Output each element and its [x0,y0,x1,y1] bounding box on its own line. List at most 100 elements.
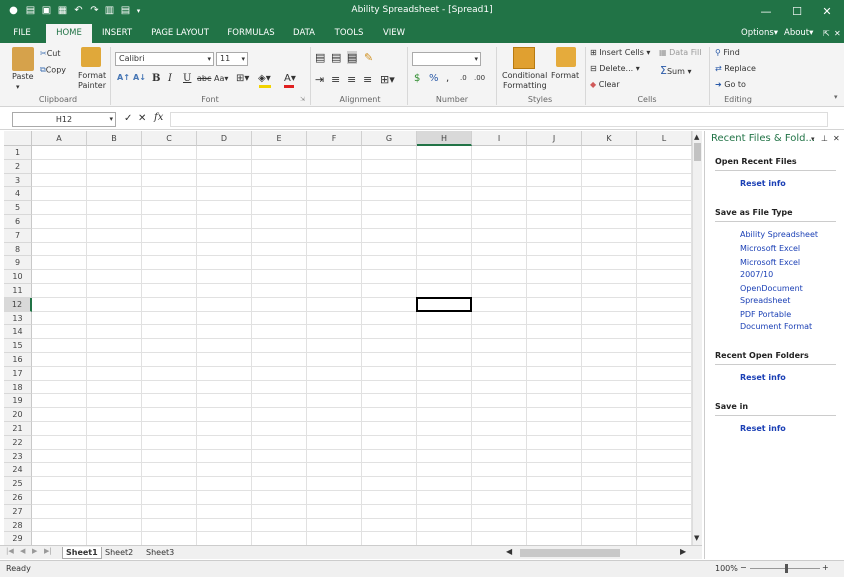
tab-formulas[interactable]: FORMULAS [222,24,280,43]
reset-save-in-link[interactable]: Reset info [740,423,835,435]
shrink-font-icon[interactable]: A↓ [133,73,146,82]
row-header-11[interactable]: 11 [4,284,32,298]
row-header-22[interactable]: 22 [4,435,32,450]
tab-view[interactable]: VIEW [376,24,412,43]
tab-file[interactable]: FILE [6,24,38,43]
scroll-down-icon[interactable]: ▼ [694,534,699,542]
column-header-G[interactable]: G [362,131,417,146]
bold-icon[interactable]: B [152,73,160,84]
column-header-C[interactable]: C [142,131,197,146]
increase-decimal-icon[interactable]: .0 [460,74,467,82]
file-type-excel-2007-link[interactable]: Microsoft Excel 2007/10 [740,257,835,281]
file-type-ability-link[interactable]: Ability Spreadsheet [740,229,835,241]
italic-icon[interactable]: I [168,73,172,84]
spreadsheet-grid[interactable]: ABCDEFGHIJKL 1 2 3 4 5 6 7 8 9 10 11 12 13 14 15 16 17 18… [4,131,702,545]
tab-home[interactable]: HOME [46,24,92,43]
row-header-12[interactable]: 12 [4,297,32,312]
select-all-corner[interactable] [4,131,32,146]
font-size-select[interactable]: 11 ▾ [216,52,248,66]
ribbon-close-icon[interactable]: ✕ [834,24,841,43]
strikethrough-icon[interactable]: abc [197,74,211,83]
decrease-decimal-icon[interactable]: .00 [474,74,485,82]
insert-function-icon[interactable]: fx [154,112,163,123]
zoom-in-icon[interactable]: + [822,563,829,572]
align-right-icon[interactable]: ≡ [363,73,372,86]
ribbon-collapse-icon[interactable]: ▾ [834,93,838,101]
scroll-right-icon[interactable]: ▶ [680,547,686,556]
zoom-slider-thumb[interactable] [785,564,788,573]
column-header-L[interactable]: L [637,131,692,146]
cancel-icon[interactable]: ✕ [138,113,146,124]
cut-button[interactable]: ✂Cut [40,49,61,58]
vertical-scroll-thumb[interactable] [694,143,701,161]
find-button[interactable]: ⚲ Find [715,48,740,57]
column-header-E[interactable]: E [252,131,307,146]
about-menu[interactable]: About▾ [784,24,813,43]
tab-insert[interactable]: INSERT [96,24,138,43]
row-header-28[interactable]: 28 [4,518,32,533]
pin-icon[interactable]: ⇱ [823,24,830,43]
options-menu[interactable]: Options▾ [741,24,778,43]
column-header-I[interactable]: I [472,131,527,146]
row-header-2[interactable]: 2 [4,159,32,174]
align-left-icon[interactable]: ≡ [331,73,340,86]
file-type-excel-link[interactable]: Microsoft Excel [740,243,835,255]
confirm-icon[interactable]: ✓ [124,113,132,124]
conditional-formatting-label-1[interactable]: Conditional [502,71,547,80]
minimize-icon[interactable]: — [757,4,775,20]
row-header-8[interactable]: 8 [4,242,32,257]
row-header-9[interactable]: 9 [4,256,32,271]
column-header-A[interactable]: A [32,131,87,146]
insert-cells-button[interactable]: ⊞ Insert Cells ▾ [590,48,650,57]
grow-font-icon[interactable]: A↑ [117,73,130,82]
row-header-7[interactable]: 7 [4,228,32,243]
currency-icon[interactable]: $ [414,73,420,84]
column-header-J[interactable]: J [527,131,582,146]
indent-icon[interactable]: ⇥ [315,73,324,86]
row-header-23[interactable]: 23 [4,449,32,464]
replace-button[interactable]: ⇄ Replace [715,64,756,73]
data-fill-button[interactable]: ▦ Data Fill [659,48,701,57]
next-sheet-icon[interactable]: ▶ [32,547,37,555]
sheet-tab-2[interactable]: Sheet2 [102,547,136,559]
scroll-up-icon[interactable]: ▲ [694,133,699,141]
reset-recent-folders-link[interactable]: Reset info [740,372,835,384]
sum-button[interactable]: ΣSum ▾ [660,64,691,77]
row-header-1[interactable]: 1 [4,146,32,160]
sheet-tab-1[interactable]: Sheet1 [62,547,102,559]
file-type-opendocument-link[interactable]: OpenDocument Spreadsheet [740,283,835,307]
prev-sheet-icon[interactable]: ◀ [20,547,25,555]
column-header-D[interactable]: D [197,131,252,146]
formula-input[interactable] [170,112,828,127]
reset-recent-files-link[interactable]: Reset info [740,178,835,190]
row-header-18[interactable]: 18 [4,380,32,395]
font-family-select[interactable]: Calibri ▾ [115,52,214,66]
pane-close-icon[interactable]: ✕ [833,134,840,143]
row-header-21[interactable]: 21 [4,422,32,436]
align-bottom-icon[interactable]: ▤ [347,51,358,64]
wrap-text-icon[interactable]: ✎ [364,51,373,64]
column-header-B[interactable]: B [87,131,142,146]
row-header-29[interactable]: 29 [4,532,32,545]
pane-menu-icon[interactable]: ▾ [811,135,815,143]
format-icon[interactable] [556,47,576,67]
format-painter-icon[interactable] [81,47,101,67]
scroll-left-icon[interactable]: ◀ [506,547,512,556]
close-icon[interactable]: ✕ [818,4,836,20]
row-header-14[interactable]: 14 [4,325,32,340]
conditional-formatting-icon[interactable] [513,47,535,69]
name-box[interactable]: H12 ▾ [12,112,116,127]
font-color-icon[interactable]: A▾ [284,73,296,84]
row-header-27[interactable]: 27 [4,504,32,519]
row-header-6[interactable]: 6 [4,215,32,229]
format-painter-label-2[interactable]: Painter [78,81,106,90]
goto-button[interactable]: ➜ Go to [715,80,746,89]
row-header-24[interactable]: 24 [4,463,32,478]
row-header-26[interactable]: 26 [4,491,32,505]
fill-color-icon[interactable]: ◈▾ [258,73,271,84]
delete-cells-button[interactable]: ⊟ Delete... ▾ [590,64,640,73]
row-header-15[interactable]: 15 [4,339,32,353]
zoom-out-icon[interactable]: − [740,563,747,572]
active-cell[interactable] [416,296,472,312]
align-top-icon[interactable]: ▤ [315,51,325,64]
